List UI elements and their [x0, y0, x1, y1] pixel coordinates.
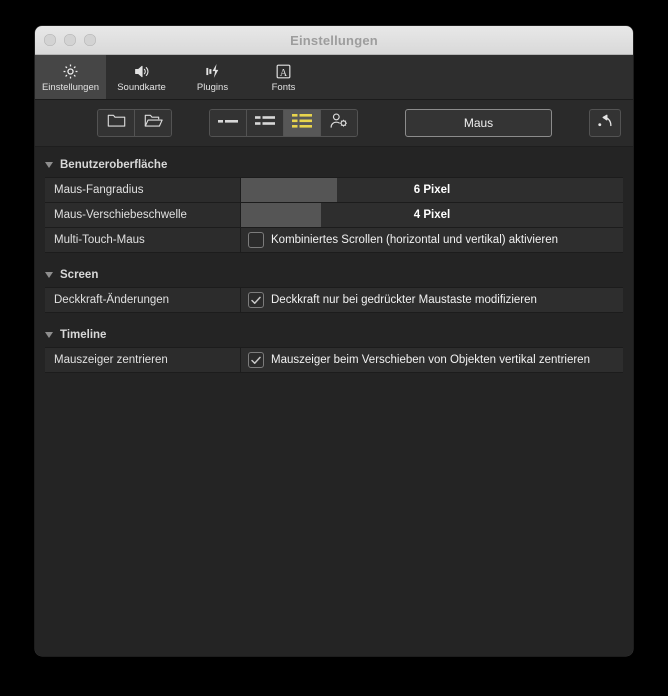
- settings-content: Benutzeroberfläche Maus-Fangradius 6 Pix…: [35, 147, 633, 656]
- speaker-icon: [132, 61, 152, 81]
- title-bar: Einstellungen: [35, 26, 633, 55]
- checkbox-cell: Kombiniertes Scrollen (horizontal und ve…: [240, 228, 623, 252]
- setting-row-deckkraft-aenderungen: Deckkraft-Änderungen Deckkraft nur bei g…: [45, 287, 623, 313]
- open-folder-icon: [144, 113, 163, 133]
- tab-soundkarte[interactable]: Soundkarte: [106, 55, 177, 99]
- tab-label: Einstellungen: [41, 82, 100, 93]
- checkbox-label: Deckkraft nur bei gedrückter Maustaste m…: [271, 294, 537, 306]
- tab-label: Soundkarte: [117, 82, 166, 93]
- slider-value: 4 Pixel: [413, 209, 451, 221]
- new-folder-button[interactable]: [98, 110, 135, 136]
- section-header-benutzeroberflaeche[interactable]: Benutzeroberfläche: [35, 153, 633, 177]
- toolbar: Maus: [35, 100, 633, 147]
- gear-icon: [61, 61, 80, 81]
- setting-row-maus-fangradius: Maus-Fangradius 6 Pixel: [45, 177, 623, 203]
- close-button[interactable]: [44, 34, 56, 46]
- user-settings-icon: [329, 112, 349, 134]
- settings-window: Einstellungen Einstellungen Soundkarte P…: [35, 26, 633, 656]
- setting-row-multi-touch-maus: Multi-Touch-Maus Kombiniertes Scrollen (…: [45, 228, 623, 253]
- setting-label: Deckkraft-Änderungen: [45, 288, 240, 312]
- chevron-down-icon: [45, 162, 53, 168]
- mode-button[interactable]: Maus: [405, 109, 552, 137]
- zoom-button[interactable]: [84, 34, 96, 46]
- new-folder-icon: [107, 113, 126, 133]
- setting-label: Maus-Verschiebeschwelle: [45, 203, 240, 227]
- setting-row-mauszeiger-zentrieren: Mauszeiger zentrieren Mauszeiger beim Ve…: [45, 347, 623, 373]
- checkbox-label: Mauszeiger beim Verschieben von Objekten…: [271, 354, 590, 366]
- checkbox-mauszeiger-zentrieren[interactable]: [248, 352, 264, 368]
- mode-button-label: Maus: [463, 116, 494, 130]
- setting-label: Mauszeiger zentrieren: [45, 348, 240, 372]
- chevron-down-icon: [45, 332, 53, 338]
- slider-field[interactable]: 6 Pixel: [240, 178, 623, 202]
- list-large-button[interactable]: [284, 110, 321, 136]
- svg-text:A: A: [280, 67, 288, 78]
- setting-row-maus-verschiebeschwelle: Maus-Verschiebeschwelle 4 Pixel: [45, 203, 623, 228]
- list-compact-button[interactable]: [210, 110, 247, 136]
- slider-field[interactable]: 4 Pixel: [240, 203, 623, 227]
- list-medium-icon: [254, 114, 276, 133]
- list-large-icon: [291, 113, 313, 134]
- view-button-group: [209, 109, 358, 137]
- minimize-button[interactable]: [64, 34, 76, 46]
- tab-label: Fonts: [271, 82, 296, 93]
- slider-value: 6 Pixel: [413, 184, 451, 196]
- chevron-down-icon: [45, 272, 53, 278]
- traffic-light-group: [44, 34, 96, 46]
- tab-einstellungen[interactable]: Einstellungen: [35, 55, 106, 99]
- plug-lightning-icon: [203, 61, 223, 81]
- tab-plugins[interactable]: Plugins: [177, 55, 248, 99]
- revert-button[interactable]: [589, 109, 621, 137]
- list-medium-button[interactable]: [247, 110, 284, 136]
- checkbox-cell: Mauszeiger beim Verschieben von Objekten…: [240, 348, 623, 372]
- section-title: Timeline: [60, 329, 107, 341]
- section-title: Screen: [60, 269, 99, 281]
- window-title: Einstellungen: [290, 32, 378, 48]
- checkbox-deckkraft-maustaste[interactable]: [248, 292, 264, 308]
- checkbox-kombiniertes-scrollen[interactable]: [248, 232, 264, 248]
- list-compact-icon: [217, 114, 239, 133]
- tab-label: Plugins: [196, 82, 229, 93]
- setting-label: Multi-Touch-Maus: [45, 228, 240, 252]
- checkbox-cell: Deckkraft nur bei gedrückter Maustaste m…: [240, 288, 623, 312]
- checkbox-label: Kombiniertes Scrollen (horizontal und ve…: [271, 234, 558, 246]
- section-header-timeline[interactable]: Timeline: [35, 323, 633, 347]
- setting-label: Maus-Fangradius: [45, 178, 240, 202]
- section-header-screen[interactable]: Screen: [35, 263, 633, 287]
- tab-fonts[interactable]: A Fonts: [248, 55, 319, 99]
- open-folder-button[interactable]: [135, 110, 171, 136]
- tab-bar: Einstellungen Soundkarte Plugins A Fonts: [35, 55, 633, 100]
- folder-button-group: [97, 109, 172, 137]
- user-settings-button[interactable]: [321, 110, 357, 136]
- letter-a-icon: A: [274, 61, 293, 81]
- undo-arrow-icon: [596, 113, 614, 133]
- section-title: Benutzeroberfläche: [60, 159, 168, 171]
